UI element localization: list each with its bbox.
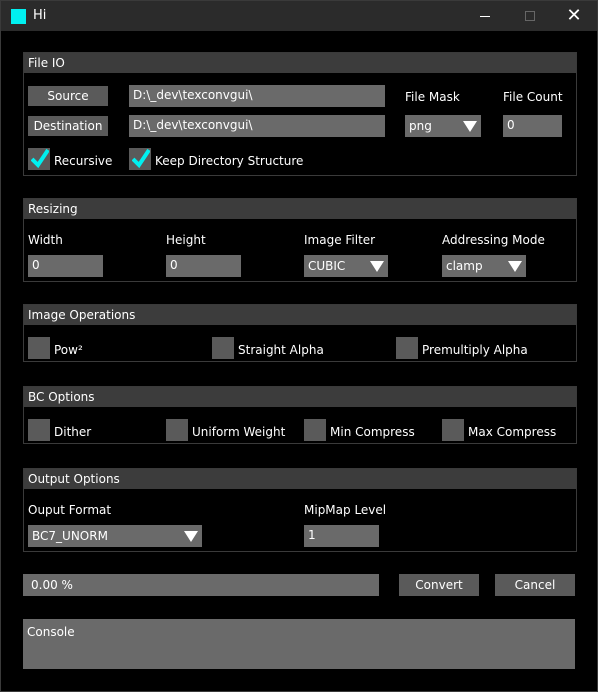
min-compress-checkbox[interactable]	[304, 419, 326, 441]
output-format-select[interactable]: BC7_UNORM	[28, 525, 202, 547]
convert-button[interactable]: Convert	[399, 574, 479, 596]
image-filter-select[interactable]: CUBIC	[304, 255, 388, 277]
uniform-weight-checkbox[interactable]	[166, 419, 188, 441]
addressing-mode-label: Addressing Mode	[442, 233, 545, 247]
straight-alpha-checkbox[interactable]	[212, 337, 234, 359]
minimize-icon	[480, 16, 490, 17]
file-count-input[interactable]: 0	[503, 115, 562, 137]
height-label: Height	[166, 233, 206, 247]
file-mask-select[interactable]: png	[405, 115, 481, 137]
max-compress-label: Max Compress	[468, 425, 557, 439]
width-label: Width	[28, 233, 63, 247]
image-filter-label: Image Filter	[304, 233, 376, 247]
cancel-button[interactable]: Cancel	[495, 574, 575, 596]
resizing-header: Resizing	[24, 199, 576, 219]
maximize-icon	[525, 11, 535, 21]
mipmap-level-input[interactable]: 1	[304, 525, 379, 547]
dither-checkbox[interactable]	[28, 419, 50, 441]
file-io-panel: File IO Source Destination D:\_dev\texco…	[23, 52, 577, 176]
console-label: Console	[27, 625, 75, 639]
check-icon	[31, 148, 49, 169]
premultiply-alpha-checkbox[interactable]	[396, 337, 418, 359]
progress-text: 0.00 %	[31, 578, 73, 592]
max-compress-checkbox[interactable]	[442, 419, 464, 441]
file-mask-label: File Mask	[405, 90, 460, 104]
keep-directory-structure-label: Keep Directory Structure	[155, 154, 304, 168]
image-operations-header: Image Operations	[24, 305, 576, 325]
output-format-value: BC7_UNORM	[32, 529, 108, 543]
recursive-checkbox[interactable]	[28, 148, 50, 170]
output-options-panel: Output Options Ouput Format BC7_UNORM Mi…	[23, 468, 577, 552]
output-options-header: Output Options	[24, 469, 576, 489]
source-path-input[interactable]: D:\_dev\texconvgui\	[129, 85, 385, 107]
premultiply-alpha-label: Premultiply Alpha	[422, 343, 528, 357]
progress-bar: 0.00 %	[23, 574, 379, 596]
uniform-weight-label: Uniform Weight	[192, 425, 286, 439]
console-output[interactable]: Console	[23, 619, 575, 669]
check-icon	[132, 148, 150, 169]
file-count-label: File Count	[503, 90, 563, 104]
title-bar[interactable]: Hi ✕	[1, 1, 597, 31]
minimize-button[interactable]	[461, 1, 507, 31]
height-input[interactable]: 0	[166, 255, 241, 277]
image-filter-value: CUBIC	[308, 259, 346, 273]
image-operations-panel: Image Operations Pow² Straight Alpha Pre…	[23, 304, 577, 362]
close-icon: ✕	[566, 5, 582, 26]
client-area: File IO Source Destination D:\_dev\texco…	[1, 31, 597, 691]
width-input[interactable]: 0	[28, 255, 103, 277]
bc-options-panel: BC Options Dither Uniform Weight Min Com…	[23, 386, 577, 444]
dither-label: Dither	[54, 425, 92, 439]
chevron-down-icon	[370, 261, 384, 272]
bc-options-header: BC Options	[24, 387, 576, 407]
chevron-down-icon	[463, 121, 477, 132]
keep-directory-structure-checkbox[interactable]	[129, 148, 151, 170]
resizing-panel: Resizing Width 0 Height 0 Image Filter C…	[23, 198, 577, 282]
pow2-checkbox[interactable]	[28, 337, 50, 359]
chevron-down-icon	[184, 531, 198, 542]
recursive-label: Recursive	[54, 154, 113, 168]
min-compress-label: Min Compress	[330, 425, 415, 439]
app-window: Hi ✕ File IO Source Destination D:\_dev\…	[0, 0, 598, 692]
destination-button[interactable]: Destination	[28, 116, 108, 136]
mipmap-level-label: MipMap Level	[304, 503, 387, 517]
window-title: Hi	[33, 8, 47, 23]
source-button[interactable]: Source	[28, 86, 108, 106]
pow2-label: Pow²	[54, 343, 83, 357]
addressing-mode-value: clamp	[446, 259, 483, 273]
output-format-label: Ouput Format	[28, 503, 112, 517]
close-button[interactable]: ✕	[551, 1, 597, 31]
maximize-button[interactable]	[507, 1, 553, 31]
straight-alpha-label: Straight Alpha	[238, 343, 324, 357]
app-icon	[11, 9, 26, 24]
destination-path-input[interactable]: D:\_dev\texconvgui\	[129, 115, 385, 137]
addressing-mode-select[interactable]: clamp	[442, 255, 526, 277]
file-io-header: File IO	[24, 53, 576, 73]
file-mask-value: png	[409, 119, 432, 133]
chevron-down-icon	[508, 261, 522, 272]
